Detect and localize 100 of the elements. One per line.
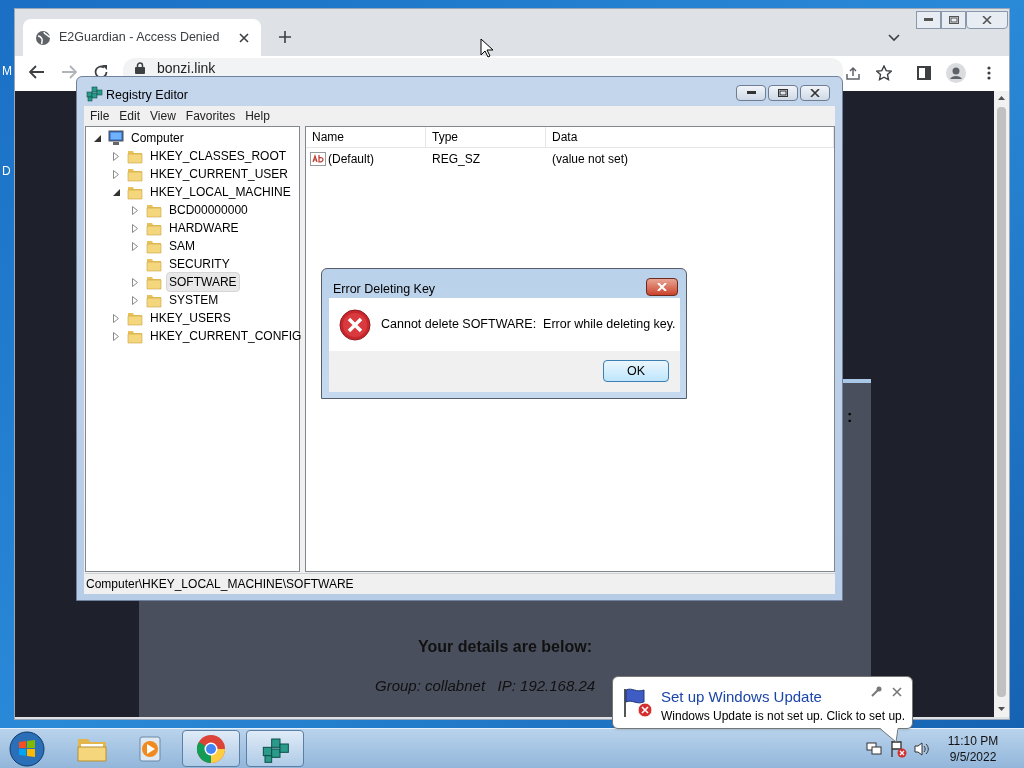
tree-item[interactable]: HKEY_CLASSES_ROOT [147, 146, 290, 166]
maximize-button[interactable] [941, 11, 966, 29]
column-header[interactable]: Data [546, 127, 834, 147]
maximize-button[interactable] [768, 85, 798, 101]
folder-icon [127, 310, 143, 326]
balloon-tail-icon [880, 728, 898, 742]
close-button[interactable] [646, 278, 678, 296]
tree-item[interactable]: SAM [166, 236, 198, 256]
menu-item[interactable]: Help [241, 107, 274, 125]
expand-icon[interactable] [113, 169, 119, 179]
string-value-icon [310, 152, 326, 166]
profile-icon[interactable] [946, 63, 966, 83]
menu-item[interactable]: File [86, 107, 114, 125]
tree-item[interactable]: SOFTWARE [166, 272, 240, 292]
tree-item[interactable]: HARDWARE [166, 218, 242, 238]
column-header[interactable]: Type [426, 127, 546, 147]
plus-icon[interactable] [278, 30, 292, 44]
folder-icon [146, 238, 162, 254]
error-icon [339, 308, 371, 341]
table-cell-text: REG_SZ [431, 151, 481, 168]
star-icon[interactable] [876, 65, 892, 81]
table-cell-text: (value not set) [551, 151, 630, 168]
collapse-icon[interactable] [113, 188, 120, 196]
menu-icon[interactable] [987, 66, 991, 80]
back-icon[interactable] [29, 65, 45, 79]
close-icon[interactable] [239, 32, 249, 43]
action-center-icon[interactable] [890, 740, 908, 758]
status-bar: Computer\HKEY_LOCAL_MACHINE\SOFTWARE [85, 573, 835, 593]
expand-icon[interactable] [132, 277, 138, 287]
tree-item[interactable]: HKEY_USERS [147, 308, 234, 328]
collapse-icon[interactable] [94, 134, 101, 142]
registry-icon [85, 84, 103, 102]
maximize-icon [778, 89, 788, 97]
folder-icon [127, 148, 143, 164]
expand-icon[interactable] [132, 295, 138, 305]
folder-icon [146, 292, 162, 308]
globe-icon [35, 29, 51, 46]
speaker-icon[interactable] [914, 741, 930, 757]
window-title: Registry Editor [106, 87, 188, 104]
tree-item[interactable]: Computer [128, 128, 187, 148]
desktop-icon-label[interactable]: M [2, 62, 12, 80]
expand-icon[interactable] [132, 223, 138, 233]
ok-button[interactable]: OK [603, 360, 669, 382]
expand-icon[interactable] [113, 151, 119, 161]
close-button[interactable] [800, 85, 830, 101]
expand-icon[interactable] [132, 241, 138, 251]
tree-item[interactable]: SECURITY [166, 254, 233, 274]
expand-icon[interactable] [113, 313, 119, 323]
scrollbar-thumb[interactable] [997, 107, 1006, 697]
folder-icon [146, 202, 162, 218]
notification-balloon[interactable]: Set up Windows Update Windows Update is not set up. Click to set up. [612, 676, 913, 729]
scroll-down-icon[interactable] [998, 707, 1005, 711]
scroll-up-icon[interactable] [998, 96, 1005, 100]
tree-item[interactable]: HKEY_CURRENT_USER [147, 164, 292, 184]
close-icon[interactable] [892, 687, 902, 697]
menu-item[interactable]: Edit [115, 107, 145, 125]
folder-icon [127, 328, 143, 344]
scrollbar[interactable] [994, 91, 1009, 717]
taskbar-button[interactable] [246, 730, 304, 767]
network-icon[interactable] [866, 741, 882, 757]
tree-item[interactable]: BCD00000000 [166, 200, 251, 220]
folder-icon [146, 256, 162, 272]
folder-icon [127, 166, 143, 182]
desktop-icon-label[interactable]: D [2, 162, 11, 180]
tree-item[interactable]: HKEY_LOCAL_MACHINE [147, 182, 294, 202]
menu-item[interactable]: Favorites [181, 107, 240, 125]
text-fragment: : [847, 407, 853, 427]
tree-item[interactable]: SYSTEM [166, 290, 222, 310]
share-icon[interactable] [845, 65, 863, 81]
expand-icon[interactable] [113, 331, 119, 341]
menu-item[interactable]: View [146, 107, 180, 125]
wrench-icon[interactable] [870, 686, 882, 698]
maximize-icon [948, 16, 959, 24]
chevron-down-icon[interactable] [888, 34, 900, 42]
taskbar-button[interactable] [182, 730, 240, 767]
minimize-button[interactable] [736, 85, 766, 101]
start-button[interactable] [8, 730, 46, 768]
close-icon [982, 16, 992, 24]
details-text: Group: collabnet IP: 192.168.24 [375, 676, 596, 696]
minimize-button[interactable] [916, 11, 941, 29]
folder-icon [146, 274, 162, 290]
close-button[interactable] [966, 11, 1008, 29]
details-heading: Your details are below: [417, 637, 593, 657]
chrome-icon [196, 733, 226, 764]
computer-icon [108, 130, 124, 146]
notification-message: Windows Update is not set up. Click to set up. [661, 708, 906, 725]
dialog-message: Cannot delete SOFTWARE: Error while deleting key. [381, 316, 676, 334]
browser-tab[interactable]: E2Guardian - Access Denied [23, 19, 261, 56]
clock-date: 9/5/2022 [949, 749, 997, 765]
folder-icon [127, 184, 143, 200]
expand-icon[interactable] [132, 205, 138, 215]
column-header[interactable]: Name [306, 127, 426, 147]
dialog-title: Error Deleting Key [333, 281, 436, 298]
clock[interactable]: 11:10 PM 9/5/2022 [942, 733, 1004, 765]
minimize-icon [924, 18, 933, 22]
tree-item[interactable]: HKEY_CURRENT_CONFIG [147, 326, 305, 346]
address-bar[interactable]: bonzi.link [123, 58, 843, 77]
table-cell-text: (Default) [328, 151, 374, 168]
close-icon [810, 89, 820, 97]
side-panel-icon[interactable] [917, 66, 931, 80]
